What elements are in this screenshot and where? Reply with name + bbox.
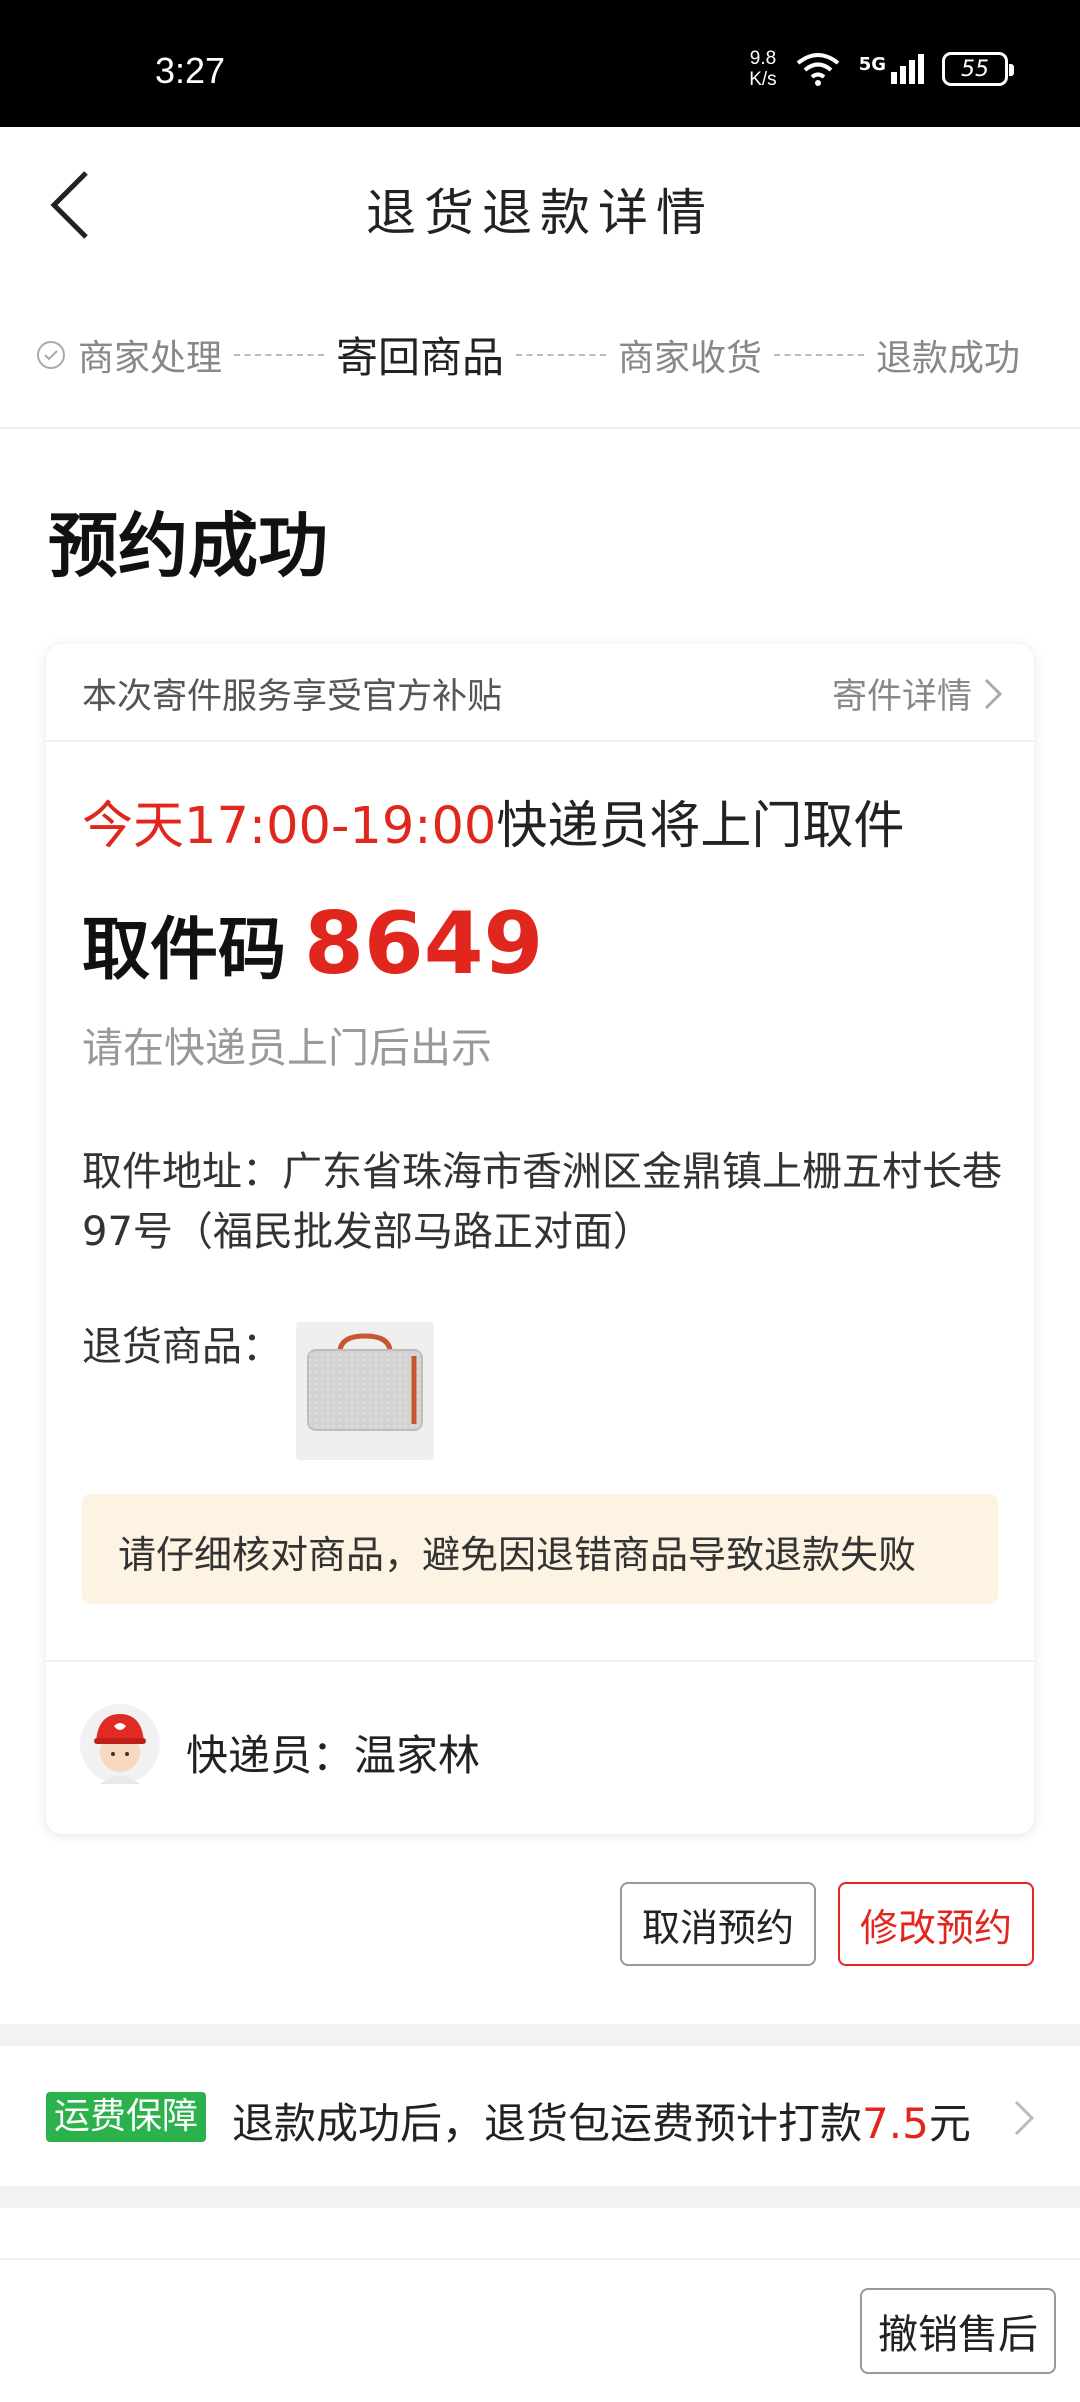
step-merchant-receive: 商家收货 xyxy=(618,337,763,379)
step-row: 商家处理 寄回商品 商家收货 退款成功 xyxy=(36,324,1020,385)
step-divider xyxy=(234,353,325,356)
step-refund-success: 退款成功 xyxy=(876,337,1021,379)
pickup-time: 今天17:00-19:00 xyxy=(82,797,497,856)
modify-reservation-button[interactable]: 修改预约 xyxy=(838,1882,1034,1966)
net-speed-unit: K/s xyxy=(749,69,777,90)
chevron-right-icon xyxy=(1014,2100,1035,2136)
freight-unit: 元 xyxy=(928,2099,971,2148)
pickup-code-hint: 请在快递员上门后出示 xyxy=(82,1024,492,1072)
chevron-right-icon xyxy=(984,678,1003,709)
pickup-code-label: 取件码 xyxy=(82,911,287,990)
freight-text-prefix: 退款成功后，退货包运费预计打款 xyxy=(232,2099,863,2148)
warning-notice: 请仔细核对商品，避免因退错商品导致退款失败 xyxy=(82,1494,998,1604)
pickup-suffix: 快递员将上门取件 xyxy=(496,797,905,856)
battery-level: 55 xyxy=(961,56,989,82)
step-divider xyxy=(774,353,865,356)
shipping-detail-label: 寄件详情 xyxy=(831,677,972,717)
status-bar: 3:27 9.8 K/s 5G 55 xyxy=(0,0,1080,127)
check-circle-icon xyxy=(37,340,65,369)
section-divider xyxy=(0,2186,1080,2208)
section-divider xyxy=(0,2024,1080,2046)
card-divider xyxy=(46,1660,1034,1662)
laptop-bag-thumbnail[interactable] xyxy=(296,1322,434,1460)
shipping-detail-link[interactable]: 寄件详情 xyxy=(832,668,1004,719)
step-merchant-processing: 商家处理 xyxy=(78,337,223,379)
pickup-code-value: 8649 xyxy=(304,894,544,994)
pickup-address: 取件地址：广东省珠海市香洲区金鼎镇上栅五村长巷97号（福民批发部马路正对面） xyxy=(82,1149,1002,1255)
net-speed-value: 9.8 xyxy=(749,48,777,69)
pickup-code-line: 取件码 8649 xyxy=(82,894,543,994)
freight-guarantee-row[interactable]: 运费保障 退款成功后，退货包运费预计打款7.5元 xyxy=(0,2046,1080,2186)
freight-guarantee-badge: 运费保障 xyxy=(46,2092,207,2142)
signal-icon: 5G xyxy=(859,54,924,84)
status-title: 预约成功 xyxy=(48,505,328,587)
subsidy-text: 本次寄件服务享受官方补贴 xyxy=(82,677,503,717)
net-speed: 9.8 K/s xyxy=(749,48,776,90)
nav-bar: 退货退款详情 xyxy=(0,127,1080,284)
card-header: 本次寄件服务享受官方补贴 寄件详情 xyxy=(46,644,1034,742)
step-divider xyxy=(516,353,607,356)
pickup-card: 本次寄件服务享受官方补贴 寄件详情 今天17:00-19:00快递员将上门取件 … xyxy=(46,644,1034,1834)
wifi-icon xyxy=(796,53,839,86)
freight-guarantee-text: 退款成功后，退货包运费预计打款7.5元 xyxy=(232,2090,971,2151)
status-time: 3:27 xyxy=(155,50,226,91)
warning-notice-text: 请仔细核对商品，避免因退错商品导致退款失败 xyxy=(118,1533,917,1577)
step-return-goods: 寄回商品 xyxy=(336,333,505,382)
courier-name: 快递员：温家林 xyxy=(186,1731,481,1780)
pickup-time-line: 今天17:00-19:00快递员将上门取件 xyxy=(82,784,904,858)
progress-steps: 商家处理 寄回商品 商家收货 退款成功 xyxy=(0,282,1080,429)
status-icons: 9.8 K/s 5G 55 xyxy=(749,48,1014,90)
freight-amount: 7.5 xyxy=(862,2099,929,2148)
cancel-reservation-button[interactable]: 取消预约 xyxy=(620,1882,816,1966)
bottom-action-bar: 撤销售后 xyxy=(0,2258,1080,2402)
revoke-after-sale-button[interactable]: 撤销售后 xyxy=(860,2288,1056,2374)
page-title: 退货退款详情 xyxy=(366,184,714,242)
return-goods-label: 退货商品： xyxy=(82,1324,282,1370)
battery-icon: 55 xyxy=(942,52,1014,86)
network-type: 5G xyxy=(858,54,886,75)
courier-avatar xyxy=(80,1704,160,1784)
